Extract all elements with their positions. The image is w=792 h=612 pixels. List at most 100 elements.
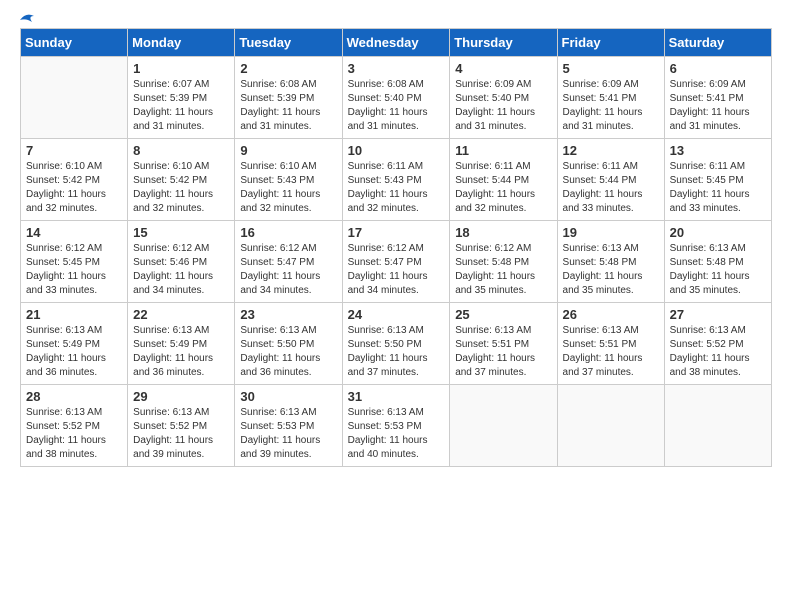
calendar-cell: 27Sunrise: 6:13 AM Sunset: 5:52 PM Dayli… [664,303,771,385]
day-info: Sunrise: 6:13 AM Sunset: 5:53 PM Dayligh… [348,406,445,462]
calendar-cell: 8 Sunrise: 6:10 AM Sunset: 5:42 PM Daylig… [128,139,235,221]
calendar-cell: 12Sunrise: 6:11 AM Sunset: 5:44 PM Dayli… [557,139,664,221]
day-info: Sunrise: 6:08 AM Sunset: 5:40 PM Dayligh… [348,78,445,134]
calendar-cell [557,385,664,467]
day-info: Sunrise: 6:13 AM Sunset: 5:49 PM Dayligh… [26,324,122,380]
day-number: 30 [240,389,336,404]
day-info: Sunrise: 6:13 AM Sunset: 5:51 PM Dayligh… [563,324,659,380]
weekday-header-row: SundayMondayTuesdayWednesdayThursdayFrid… [21,29,772,57]
day-info: Sunrise: 6:11 AM Sunset: 5:44 PM Dayligh… [455,160,551,216]
day-number: 4 [455,61,551,76]
calendar-cell: 9 Sunrise: 6:10 AM Sunset: 5:43 PM Daylig… [235,139,342,221]
day-info: Sunrise: 6:12 AM Sunset: 5:46 PM Dayligh… [133,242,229,298]
day-number: 23 [240,307,336,322]
calendar-cell: 28 Sunrise: 6:13 AM Sunset: 5:52 PM Dayli… [21,385,128,467]
day-info: Sunrise: 6:13 AM Sunset: 5:50 PM Dayligh… [348,324,445,380]
calendar-cell: 22 Sunrise: 6:13 AM Sunset: 5:49 PM Dayli… [128,303,235,385]
day-number: 8 [133,143,229,158]
day-number: 15 [133,225,229,240]
weekday-header-monday: Monday [128,29,235,57]
day-info: Sunrise: 6:13 AM Sunset: 5:51 PM Dayligh… [455,324,551,380]
day-number: 14 [26,225,122,240]
calendar-cell: 4 Sunrise: 6:09 AM Sunset: 5:40 PM Daylig… [450,57,557,139]
day-number: 5 [563,61,659,76]
calendar-cell [664,385,771,467]
calendar-table: SundayMondayTuesdayWednesdayThursdayFrid… [20,28,772,467]
calendar-cell [450,385,557,467]
calendar-cell: 20 Sunrise: 6:13 AM Sunset: 5:48 PM Dayli… [664,221,771,303]
calendar-cell: 16Sunrise: 6:12 AM Sunset: 5:47 PM Dayli… [235,221,342,303]
day-info: Sunrise: 6:13 AM Sunset: 5:52 PM Dayligh… [133,406,229,462]
calendar-cell: 10 Sunrise: 6:11 AM Sunset: 5:43 PM Dayli… [342,139,450,221]
calendar-cell [21,57,128,139]
calendar-cell: 26 Sunrise: 6:13 AM Sunset: 5:51 PM Dayli… [557,303,664,385]
day-number: 22 [133,307,229,322]
day-number: 2 [240,61,336,76]
day-number: 17 [348,225,445,240]
calendar-cell: 3 Sunrise: 6:08 AM Sunset: 5:40 PM Daylig… [342,57,450,139]
day-info: Sunrise: 6:13 AM Sunset: 5:48 PM Dayligh… [670,242,766,298]
day-info: Sunrise: 6:11 AM Sunset: 5:45 PM Dayligh… [670,160,766,216]
day-number: 28 [26,389,122,404]
day-number: 6 [670,61,766,76]
calendar-cell: 31Sunrise: 6:13 AM Sunset: 5:53 PM Dayli… [342,385,450,467]
day-number: 21 [26,307,122,322]
calendar-cell: 21 Sunrise: 6:13 AM Sunset: 5:49 PM Dayli… [21,303,128,385]
day-info: Sunrise: 6:12 AM Sunset: 5:47 PM Dayligh… [240,242,336,298]
day-info: Sunrise: 6:13 AM Sunset: 5:49 PM Dayligh… [133,324,229,380]
calendar-cell: 18Sunrise: 6:12 AM Sunset: 5:48 PM Dayli… [450,221,557,303]
day-number: 25 [455,307,551,322]
day-number: 11 [455,143,551,158]
day-number: 18 [455,225,551,240]
day-number: 20 [670,225,766,240]
day-info: Sunrise: 6:10 AM Sunset: 5:42 PM Dayligh… [26,160,122,216]
calendar-cell: 15 Sunrise: 6:12 AM Sunset: 5:46 PM Dayli… [128,221,235,303]
day-info: Sunrise: 6:07 AM Sunset: 5:39 PM Dayligh… [133,78,229,134]
calendar-cell: 23 Sunrise: 6:13 AM Sunset: 5:50 PM Dayli… [235,303,342,385]
day-info: Sunrise: 6:08 AM Sunset: 5:39 PM Dayligh… [240,78,336,134]
day-info: Sunrise: 6:09 AM Sunset: 5:41 PM Dayligh… [563,78,659,134]
weekday-header-thursday: Thursday [450,29,557,57]
weekday-header-tuesday: Tuesday [235,29,342,57]
calendar-cell: 6 Sunrise: 6:09 AM Sunset: 5:41 PM Daylig… [664,57,771,139]
day-number: 19 [563,225,659,240]
day-info: Sunrise: 6:13 AM Sunset: 5:50 PM Dayligh… [240,324,336,380]
day-number: 1 [133,61,229,76]
day-info: Sunrise: 6:13 AM Sunset: 5:52 PM Dayligh… [26,406,122,462]
weekday-header-saturday: Saturday [664,29,771,57]
day-info: Sunrise: 6:12 AM Sunset: 5:45 PM Dayligh… [26,242,122,298]
calendar-cell: 11 Sunrise: 6:11 AM Sunset: 5:44 PM Dayli… [450,139,557,221]
calendar-week-row: 7Sunrise: 6:10 AM Sunset: 5:42 PM Daylig… [21,139,772,221]
day-number: 10 [348,143,445,158]
day-info: Sunrise: 6:12 AM Sunset: 5:47 PM Dayligh… [348,242,445,298]
calendar-cell: 17 Sunrise: 6:12 AM Sunset: 5:47 PM Dayli… [342,221,450,303]
calendar-cell: 7Sunrise: 6:10 AM Sunset: 5:42 PM Daylig… [21,139,128,221]
day-info: Sunrise: 6:10 AM Sunset: 5:42 PM Dayligh… [133,160,229,216]
day-number: 29 [133,389,229,404]
day-info: Sunrise: 6:09 AM Sunset: 5:41 PM Dayligh… [670,78,766,134]
day-number: 24 [348,307,445,322]
day-number: 13 [670,143,766,158]
day-number: 9 [240,143,336,158]
calendar-cell: 5 Sunrise: 6:09 AM Sunset: 5:41 PM Daylig… [557,57,664,139]
day-info: Sunrise: 6:09 AM Sunset: 5:40 PM Dayligh… [455,78,551,134]
calendar-cell: 13 Sunrise: 6:11 AM Sunset: 5:45 PM Dayli… [664,139,771,221]
page-header [20,20,772,22]
calendar-cell: 25 Sunrise: 6:13 AM Sunset: 5:51 PM Dayli… [450,303,557,385]
day-info: Sunrise: 6:11 AM Sunset: 5:43 PM Dayligh… [348,160,445,216]
day-number: 26 [563,307,659,322]
day-number: 3 [348,61,445,76]
weekday-header-friday: Friday [557,29,664,57]
calendar-cell: 2 Sunrise: 6:08 AM Sunset: 5:39 PM Daylig… [235,57,342,139]
calendar-cell: 1 Sunrise: 6:07 AM Sunset: 5:39 PM Daylig… [128,57,235,139]
day-info: Sunrise: 6:13 AM Sunset: 5:48 PM Dayligh… [563,242,659,298]
day-info: Sunrise: 6:10 AM Sunset: 5:43 PM Dayligh… [240,160,336,216]
logo-bird-icon [18,12,38,28]
weekday-header-wednesday: Wednesday [342,29,450,57]
calendar-week-row: 21 Sunrise: 6:13 AM Sunset: 5:49 PM Dayli… [21,303,772,385]
day-info: Sunrise: 6:11 AM Sunset: 5:44 PM Dayligh… [563,160,659,216]
calendar-cell: 30 Sunrise: 6:13 AM Sunset: 5:53 PM Dayli… [235,385,342,467]
calendar-cell: 19 Sunrise: 6:13 AM Sunset: 5:48 PM Dayli… [557,221,664,303]
day-number: 27 [670,307,766,322]
day-info: Sunrise: 6:13 AM Sunset: 5:53 PM Dayligh… [240,406,336,462]
